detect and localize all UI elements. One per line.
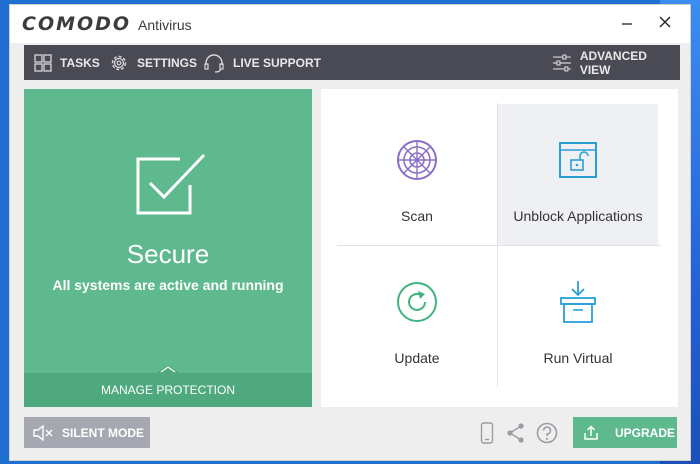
box-arrow-icon xyxy=(560,281,596,323)
gear-icon xyxy=(111,55,127,70)
title-bar: COMODO Antivirus xyxy=(10,5,690,43)
refresh-icon xyxy=(397,282,437,322)
close-icon xyxy=(659,16,671,28)
protection-status-panel: Secure All systems are active and runnin… xyxy=(24,89,312,407)
mute-speaker-icon xyxy=(33,424,53,441)
sliders-icon xyxy=(552,54,571,71)
advanced-view-label: ADVANCED VIEW xyxy=(579,48,647,77)
unblock-applications-label: Unblock Applications xyxy=(513,208,643,224)
silent-mode-button[interactable]: SILENT MODE xyxy=(24,417,150,448)
manage-protection-label: MANAGE PROTECTION xyxy=(100,383,235,397)
run-virtual-label: Run Virtual xyxy=(543,350,613,366)
minimize-button[interactable] xyxy=(614,11,640,33)
toolbar: TASKS SETTINGS LIVE SUPPORT ADVANCED VIE… xyxy=(24,45,680,80)
settings-button[interactable]: SETTINGS xyxy=(109,45,197,80)
status-subtitle: All systems are active and running xyxy=(52,277,284,293)
settings-label: SETTINGS xyxy=(137,55,198,70)
tasks-label: TASKS xyxy=(60,55,100,70)
live-support-button[interactable]: LIVE SUPPORT xyxy=(203,45,321,80)
tasks-button[interactable]: TASKS xyxy=(34,45,100,80)
app-window: COMODO Antivirus TASKS SETTINGS LIVE SUP… xyxy=(9,4,691,461)
phone-icon xyxy=(480,422,494,444)
share-button[interactable] xyxy=(506,422,526,449)
help-button[interactable] xyxy=(536,422,558,449)
advanced-view-button[interactable]: ADVANCED VIEW xyxy=(552,45,680,80)
silent-mode-label: SILENT MODE xyxy=(62,425,145,440)
mobile-button[interactable] xyxy=(480,422,494,449)
manage-protection-button[interactable]: MANAGE PROTECTION xyxy=(24,365,312,407)
upgrade-button[interactable]: UPGRADE xyxy=(573,417,677,448)
actions-panel: Scan Unblock Applications Update Run Vir… xyxy=(321,89,678,407)
run-virtual-tile[interactable]: Run Virtual xyxy=(498,246,658,387)
scan-tile[interactable]: Scan xyxy=(337,104,497,245)
brand-logo: COMODO xyxy=(22,13,132,35)
radar-icon xyxy=(397,140,437,180)
live-support-label: LIVE SUPPORT xyxy=(233,55,322,70)
share-icon xyxy=(507,423,524,443)
chevron-up-icon xyxy=(156,365,180,373)
tile-divider-vertical xyxy=(497,103,498,387)
headset-icon xyxy=(204,53,224,73)
unlock-window-icon xyxy=(559,142,597,178)
grid-icon xyxy=(34,53,52,72)
close-button[interactable] xyxy=(652,11,678,33)
update-tile[interactable]: Update xyxy=(337,246,497,387)
upgrade-label: UPGRADE xyxy=(615,425,676,440)
product-name: Antivirus xyxy=(138,17,192,33)
unblock-applications-tile[interactable]: Unblock Applications xyxy=(498,104,658,245)
status-title: Secure xyxy=(126,239,210,269)
upload-icon xyxy=(584,424,598,440)
help-icon xyxy=(536,422,558,444)
tile-divider-horizontal xyxy=(337,245,661,246)
update-label: Update xyxy=(394,350,440,366)
scan-label: Scan xyxy=(401,208,433,224)
checkbox-icon xyxy=(136,153,206,215)
minimize-icon xyxy=(622,23,632,25)
